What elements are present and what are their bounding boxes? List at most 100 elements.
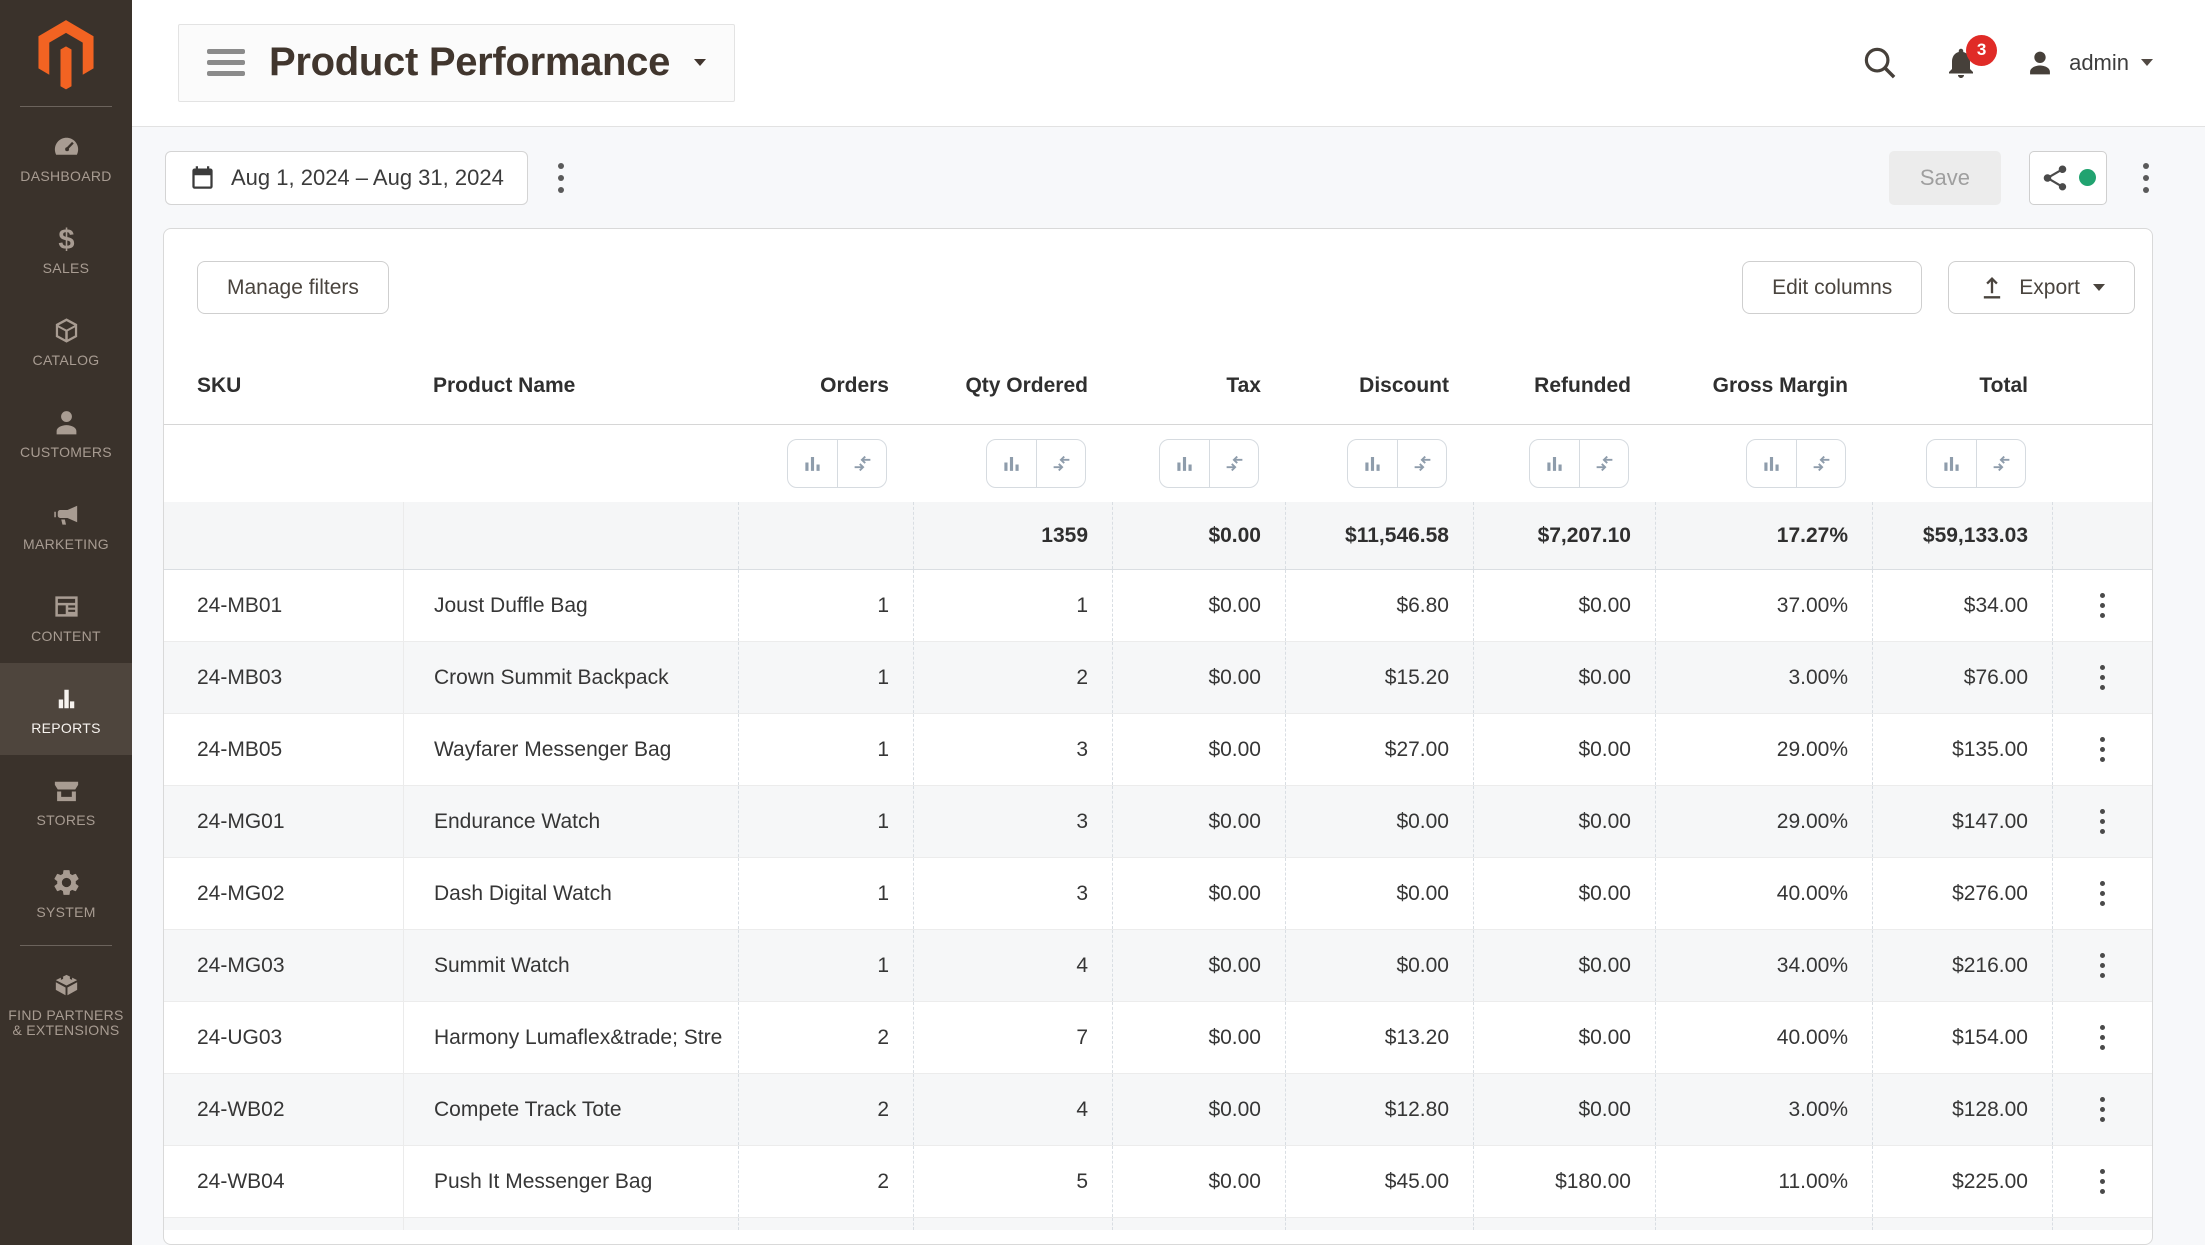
summary-tax: $0.00 xyxy=(1112,502,1285,569)
cell-product-name: Harmony Lumaflex&trade; Stre xyxy=(403,1002,738,1073)
sidebar-item-label: SALES xyxy=(39,261,94,276)
swap-columns-button[interactable] xyxy=(1397,440,1446,487)
swap-columns-button[interactable] xyxy=(1796,440,1845,487)
sidebar-item-dashboard[interactable]: DASHBOARD xyxy=(0,111,132,203)
sidebar-item-customers[interactable]: CUSTOMERS xyxy=(0,387,132,479)
cell-sku: 24-UG03 xyxy=(164,1002,403,1073)
sidebar-item-stores[interactable]: STORES xyxy=(0,755,132,847)
table-row: 24-MG01 Endurance Watch 1 3 $0.00 $0.00 … xyxy=(164,786,2152,858)
date-options-menu[interactable] xyxy=(550,155,572,201)
bar-chart-icon xyxy=(1761,453,1782,474)
row-actions-menu[interactable] xyxy=(2094,587,2111,624)
report-options-menu[interactable] xyxy=(2135,155,2157,201)
cell-orders: 1 xyxy=(738,858,913,929)
page-title-menu[interactable]: Product Performance xyxy=(178,24,735,102)
column-header-sku[interactable]: SKU xyxy=(164,347,403,424)
column-header-discount[interactable]: Discount xyxy=(1285,347,1473,424)
cell-qty-ordered: 7 xyxy=(913,1002,1112,1073)
sidebar-item-content[interactable]: CONTENT xyxy=(0,571,132,663)
column-header-total[interactable]: Total xyxy=(1872,347,2052,424)
cell-sku: 24-WB04 xyxy=(164,1146,403,1217)
magento-logo[interactable] xyxy=(0,0,132,92)
search-button[interactable] xyxy=(1861,44,1899,82)
mini-chart-button[interactable] xyxy=(987,440,1036,487)
cell-product-name: Push It Messenger Bag xyxy=(403,1146,738,1217)
cell-tax: $0.00 xyxy=(1112,642,1285,713)
cell-orders: 2 xyxy=(738,1146,913,1217)
export-button[interactable]: Export xyxy=(1948,261,2135,314)
column-header-product-name[interactable]: Product Name xyxy=(403,347,738,424)
cell-total: $276.00 xyxy=(1872,858,2052,929)
cell-gross-margin: 3.00% xyxy=(1655,642,1872,713)
cell-refunded: $0.00 xyxy=(1473,1074,1655,1145)
swap-columns-button[interactable] xyxy=(1976,440,2025,487)
swap-columns-button[interactable] xyxy=(1036,440,1085,487)
mini-chart-button[interactable] xyxy=(1927,440,1976,487)
row-actions-menu[interactable] xyxy=(2094,1091,2111,1128)
cell-tax: $0.00 xyxy=(1112,570,1285,641)
sidebar-item-label: MARKETING xyxy=(19,537,113,552)
bar-chart-icon xyxy=(51,683,82,714)
column-header-tax[interactable]: Tax xyxy=(1112,347,1285,424)
row-actions-menu[interactable] xyxy=(2094,659,2111,696)
mini-chart-button[interactable] xyxy=(1747,440,1796,487)
column-header-qty-ordered[interactable]: Qty Ordered xyxy=(913,347,1112,424)
cell-qty-ordered: 2 xyxy=(913,642,1112,713)
row-actions-menu[interactable] xyxy=(2094,875,2111,912)
swap-columns-button[interactable] xyxy=(1209,440,1258,487)
save-button[interactable]: Save xyxy=(1889,151,2001,205)
edit-columns-button[interactable]: Edit columns xyxy=(1742,261,1922,314)
swap-arrows-icon xyxy=(1224,453,1245,474)
row-actions-menu[interactable] xyxy=(2094,1163,2111,1200)
mini-chart-button[interactable] xyxy=(1160,440,1209,487)
cell-orders: 1 xyxy=(738,642,913,713)
sidebar-item-label: CUSTOMERS xyxy=(16,445,116,460)
export-label: Export xyxy=(2019,276,2080,300)
date-range-picker[interactable]: Aug 1, 2024 – Aug 31, 2024 xyxy=(165,151,528,205)
cell-orders: 2 xyxy=(738,1074,913,1145)
mini-chart-button[interactable] xyxy=(1530,440,1579,487)
summary-discount: $11,546.58 xyxy=(1285,502,1473,569)
cell-product-name: Compete Track Tote xyxy=(403,1074,738,1145)
row-actions-menu[interactable] xyxy=(2094,947,2111,984)
bar-chart-icon xyxy=(1174,453,1195,474)
mini-chart-button[interactable] xyxy=(1348,440,1397,487)
app-window: DASHBOARD $ SALES CATALOG CUSTOMERS xyxy=(0,0,2205,1245)
sidebar-item-sales[interactable]: $ SALES xyxy=(0,203,132,295)
row-actions-menu[interactable] xyxy=(2094,803,2111,840)
export-upload-icon xyxy=(1978,274,2006,302)
share-button[interactable] xyxy=(2029,151,2107,205)
row-actions-menu[interactable] xyxy=(2094,731,2111,768)
cell-product-name: Wayfarer Messenger Bag xyxy=(403,714,738,785)
cell-sku: 24-MB05 xyxy=(164,714,403,785)
sidebar-item-catalog[interactable]: CATALOG xyxy=(0,295,132,387)
column-header-orders[interactable]: Orders xyxy=(738,347,913,424)
account-name: admin xyxy=(2069,50,2129,76)
sidebar-item-reports[interactable]: REPORTS xyxy=(0,663,132,755)
cell-discount: $12.80 xyxy=(1285,1074,1473,1145)
sidebar-item-label: FIND PARTNERS & EXTENSIONS xyxy=(0,1008,132,1038)
status-green-dot xyxy=(2079,169,2096,186)
gauge-icon xyxy=(51,131,82,162)
manage-filters-button[interactable]: Manage filters xyxy=(197,261,389,314)
main-area: Product Performance 3 xyxy=(132,0,2205,1245)
account-menu[interactable]: admin xyxy=(2023,46,2153,80)
swap-columns-button[interactable] xyxy=(1579,440,1628,487)
column-tools-gross-margin xyxy=(1746,439,1846,488)
sidebar-item-find-partners[interactable]: FIND PARTNERS & EXTENSIONS xyxy=(0,952,132,1056)
sidebar-item-system[interactable]: SYSTEM xyxy=(0,847,132,939)
bar-chart-icon xyxy=(1001,453,1022,474)
swap-columns-button[interactable] xyxy=(837,440,886,487)
cell-discount: $27.00 xyxy=(1285,714,1473,785)
row-actions-menu[interactable] xyxy=(2094,1019,2111,1056)
person-icon xyxy=(51,407,82,438)
column-header-refunded[interactable]: Refunded xyxy=(1473,347,1655,424)
mini-chart-button[interactable] xyxy=(788,440,837,487)
notifications-button[interactable]: 3 xyxy=(1943,45,1979,81)
cell-qty-ordered: 3 xyxy=(913,786,1112,857)
cell-gross-margin: 37.00% xyxy=(1655,570,1872,641)
sidebar-item-marketing[interactable]: MARKETING xyxy=(0,479,132,571)
column-header-gross-margin[interactable]: Gross Margin xyxy=(1655,347,1872,424)
cell-qty-ordered: 3 xyxy=(913,714,1112,785)
cell-gross-margin: 40.00% xyxy=(1655,858,1872,929)
